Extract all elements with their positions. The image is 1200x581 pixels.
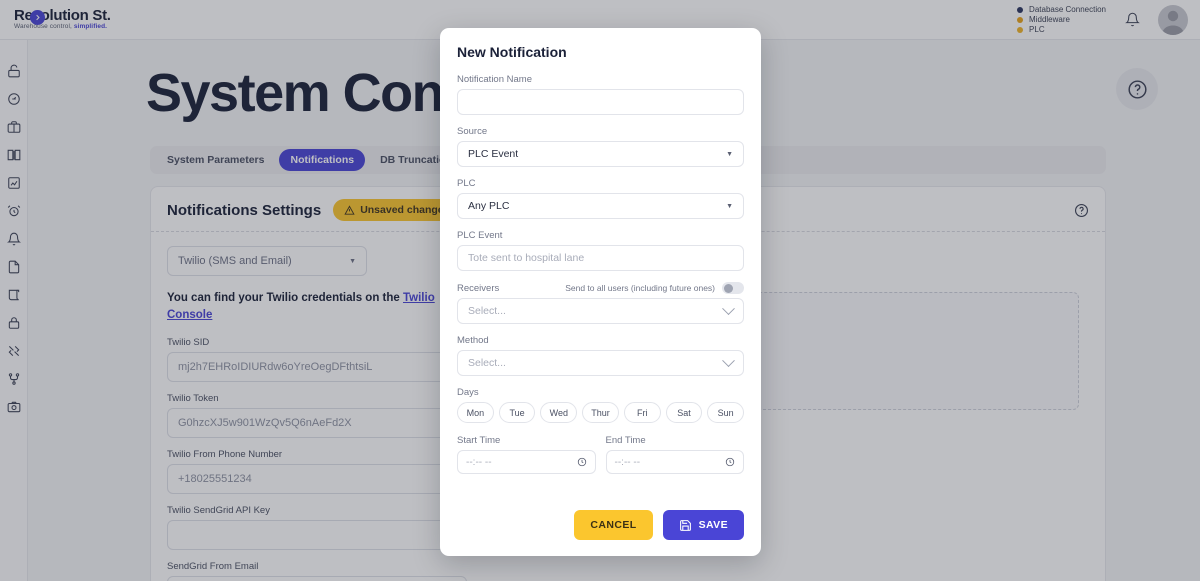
send-to-all-toggle-group[interactable]: Send to all users (including future ones… — [565, 282, 744, 294]
clock-icon[interactable] — [725, 457, 735, 467]
end-time-group: End Time --:-- -- — [605, 435, 744, 474]
start-time-group: Start Time --:-- -- — [457, 435, 596, 474]
plc-select-value: Any PLC — [468, 200, 510, 212]
plc-event-input[interactable]: Tote sent to hospital lane — [457, 245, 744, 271]
toggle-knob — [723, 283, 733, 293]
chevron-down-icon — [722, 301, 735, 315]
modal-footer: CANCEL SAVE — [457, 510, 744, 540]
day-chip-wed[interactable]: Wed — [540, 402, 578, 423]
day-chip-sat[interactable]: Sat — [665, 402, 703, 423]
days-chip-group: Mon Tue Wed Thur Fri Sat Sun — [457, 402, 745, 423]
plc-label: PLC — [457, 178, 476, 189]
save-button[interactable]: SAVE — [662, 510, 744, 540]
send-to-all-label: Send to all users (including future ones… — [565, 283, 715, 293]
day-chip-sun[interactable]: Sun — [707, 402, 745, 423]
source-select[interactable]: PLC Event ▼ — [457, 141, 744, 167]
chevron-down-icon: ▼ — [726, 202, 733, 210]
receivers-header-row: Receivers Send to all users (including f… — [457, 282, 744, 294]
time-range-row: Start Time --:-- -- End Time --:-- -- — [457, 435, 744, 474]
clock-icon[interactable] — [577, 457, 587, 467]
end-time-value: --:-- -- — [614, 456, 641, 468]
end-time-input[interactable]: --:-- -- — [605, 450, 744, 474]
save-icon — [679, 519, 691, 531]
plc-select[interactable]: Any PLC ▼ — [457, 193, 744, 219]
send-to-all-toggle[interactable] — [722, 282, 744, 294]
save-button-label: SAVE — [698, 519, 728, 531]
new-notification-modal: New Notification Notification Name Sourc… — [440, 28, 761, 556]
clock-glyph — [577, 457, 586, 467]
day-chip-thur[interactable]: Thur — [582, 402, 619, 423]
start-time-value: --:-- -- — [466, 456, 492, 468]
day-chip-tue[interactable]: Tue — [498, 402, 536, 423]
clock-glyph — [725, 457, 735, 467]
days-label: Days — [457, 387, 479, 398]
start-time-label: Start Time — [457, 435, 501, 446]
source-label: Source — [457, 126, 488, 137]
plc-event-label: PLC Event — [457, 230, 503, 241]
notification-name-input[interactable] — [457, 89, 744, 115]
chevron-down-icon: ▼ — [726, 150, 733, 158]
start-time-input[interactable]: --:-- -- — [457, 450, 596, 474]
method-label: Method — [457, 335, 489, 346]
method-select-value: Select... — [468, 357, 506, 369]
notification-name-label: Notification Name — [457, 74, 532, 85]
app-root: Revolution St. Warehouse control, simpli… — [0, 0, 1200, 581]
modal-title: New Notification — [457, 44, 567, 60]
method-select[interactable]: Select... — [457, 350, 744, 376]
source-select-value: PLC Event — [468, 148, 519, 160]
day-chip-mon[interactable]: Mon — [457, 402, 494, 423]
receivers-select[interactable]: Select... — [457, 298, 744, 324]
receivers-label: Receivers — [457, 282, 500, 294]
chevron-down-icon — [722, 353, 735, 367]
receivers-select-value: Select... — [468, 305, 506, 317]
end-time-label: End Time — [605, 435, 646, 446]
cancel-button[interactable]: CANCEL — [574, 510, 653, 540]
day-chip-fri[interactable]: Fri — [623, 402, 661, 423]
